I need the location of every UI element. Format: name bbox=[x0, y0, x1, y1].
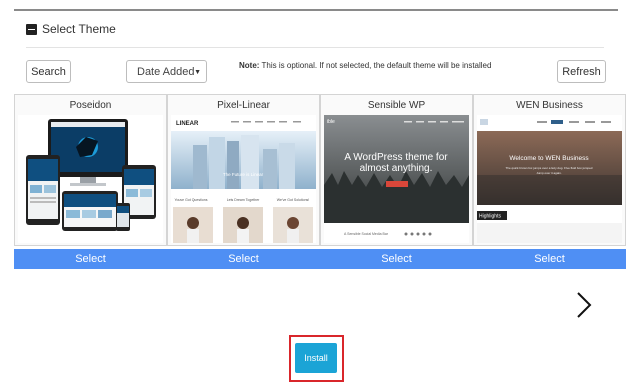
select-poseidon-button[interactable]: Select bbox=[14, 249, 167, 269]
pixel-linear-col1: Youve Got Questions bbox=[175, 198, 208, 202]
header-divider bbox=[26, 47, 604, 48]
theme-card-poseidon[interactable]: Poseidon bbox=[14, 94, 167, 246]
theme-screenshot: LINEAR The Future is Linear Youve Got Qu… bbox=[171, 115, 316, 243]
theme-card-wen-business[interactable]: WEN Business Welcome to WEN Business The… bbox=[473, 94, 626, 246]
select-pixel-linear-button[interactable]: Select bbox=[167, 249, 320, 269]
wen-hero-sub2: Jump over it again. bbox=[536, 171, 562, 175]
chevron-down-icon: ▼ bbox=[194, 69, 201, 76]
select-bar: Select Select Select Select bbox=[14, 249, 626, 269]
wen-hero-title: Welcome to WEN Business bbox=[509, 155, 589, 162]
theme-screenshot bbox=[18, 115, 163, 243]
theme-card-sensible-wp[interactable]: Sensible WP ible A WordPress theme for a… bbox=[320, 94, 473, 246]
wen-hero-sub1: The quick brown fox jumps over a lazy do… bbox=[506, 166, 593, 170]
optional-note: Note: This is optional. If not selected,… bbox=[239, 61, 491, 70]
theme-grid: Poseidon Pixel-Linear LINEAR The Future … bbox=[14, 94, 626, 270]
pixel-linear-col2: Lets Dream Together bbox=[227, 198, 260, 202]
sensible-hero-line2: almost anything. bbox=[360, 163, 433, 174]
select-sensible-wp-button[interactable]: Select bbox=[320, 249, 473, 269]
theme-name: Sensible WP bbox=[367, 100, 426, 111]
theme-name: Pixel-Linear bbox=[217, 100, 270, 111]
note-label: Note: bbox=[239, 61, 260, 70]
theme-card-pixel-linear[interactable]: Pixel-Linear LINEAR The Future is Linear… bbox=[167, 94, 320, 246]
top-divider bbox=[14, 9, 618, 11]
install-button[interactable]: Install bbox=[295, 343, 337, 373]
select-wen-business-button[interactable]: Select bbox=[473, 249, 626, 269]
section-header[interactable]: Select Theme bbox=[26, 20, 116, 38]
theme-name: Poseidon bbox=[69, 100, 112, 111]
sensible-footer-text: A Sensible Social Media Bar bbox=[344, 232, 389, 236]
sensible-logo: ible bbox=[327, 119, 335, 125]
refresh-button[interactable]: Refresh bbox=[557, 60, 606, 83]
theme-selector-panel: Select Theme Search Date Added ▼ Note: T… bbox=[0, 0, 644, 390]
sensible-hero-line1: A WordPress theme for bbox=[344, 152, 448, 163]
pixel-linear-hero-text: The Future is Linear bbox=[223, 172, 264, 177]
section-title: Select Theme bbox=[42, 22, 116, 36]
pixel-linear-col3: We've Got Solutions! bbox=[277, 198, 310, 202]
theme-screenshot: ible A WordPress theme for almost anythi… bbox=[324, 115, 469, 243]
sort-select[interactable]: Date Added ▼ bbox=[126, 60, 207, 83]
theme-name: WEN Business bbox=[516, 100, 583, 111]
wen-badge: Highlights bbox=[479, 214, 501, 220]
pixel-linear-logo: LINEAR bbox=[176, 121, 199, 127]
collapse-icon[interactable] bbox=[26, 23, 37, 35]
note-text: This is optional. If not selected, the d… bbox=[259, 61, 492, 70]
theme-screenshot: Welcome to WEN Business The quick brown … bbox=[477, 115, 622, 243]
chevron-right-icon[interactable] bbox=[572, 291, 596, 319]
sort-select-value: Date Added bbox=[137, 65, 195, 78]
search-button[interactable]: Search bbox=[26, 60, 71, 83]
